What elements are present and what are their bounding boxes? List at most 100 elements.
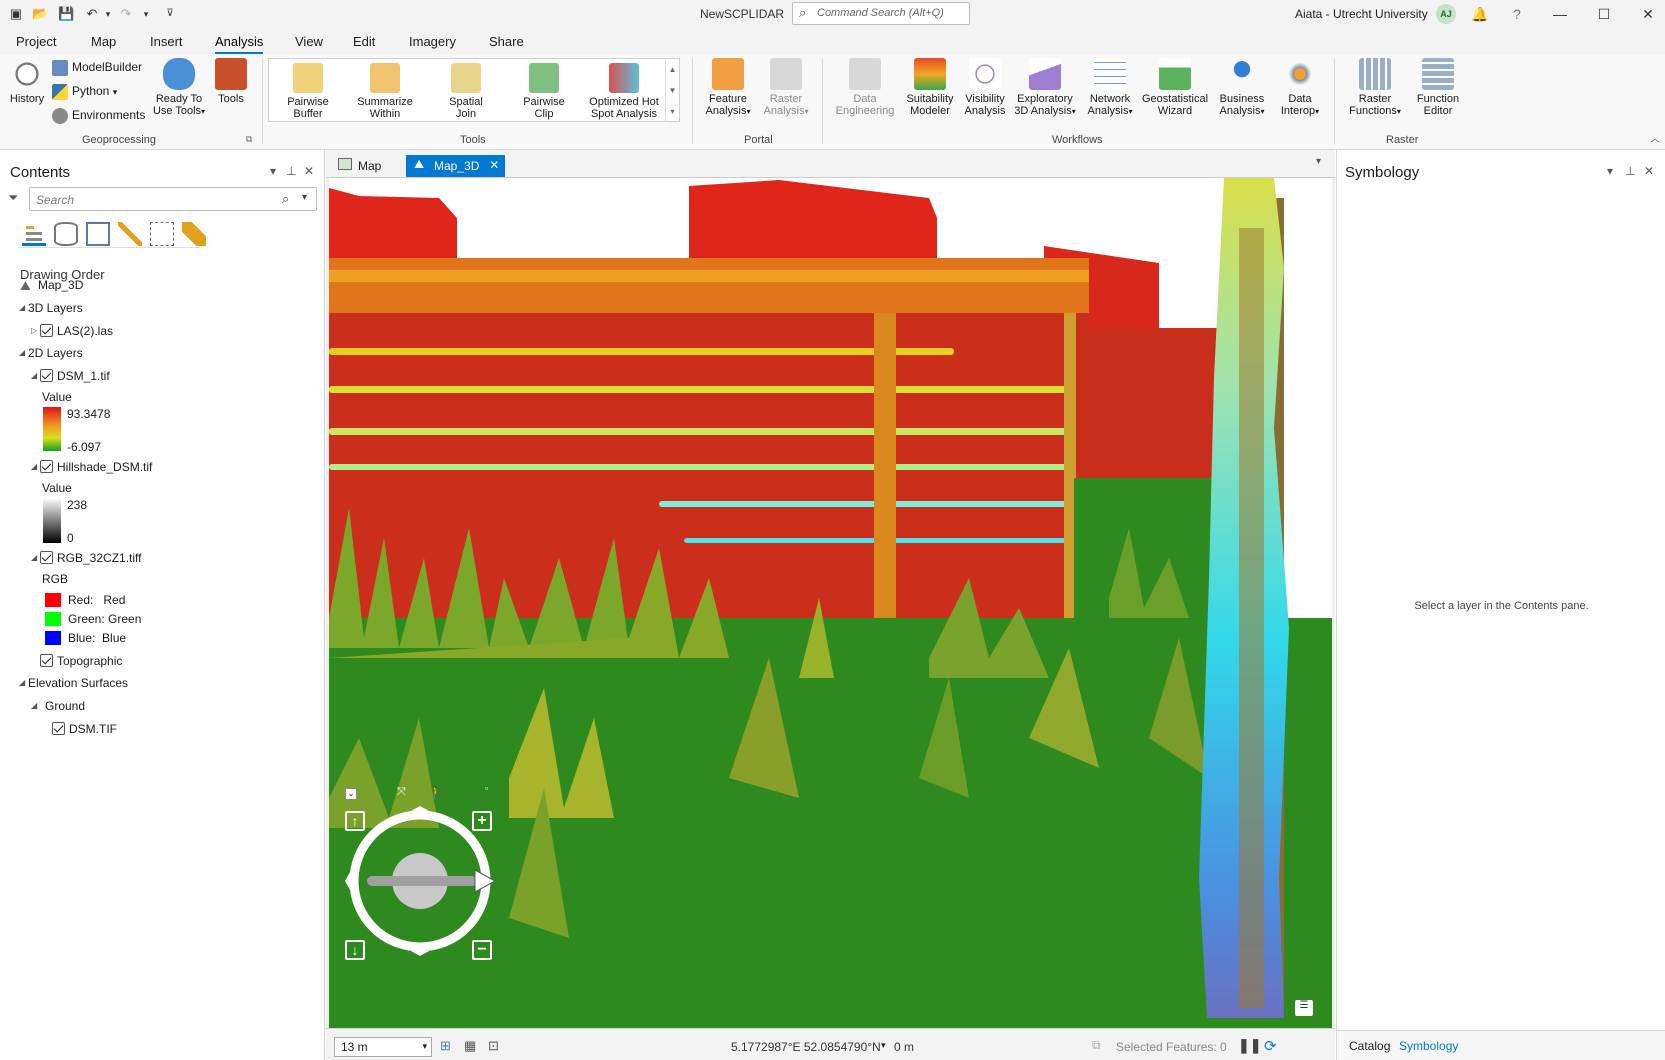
add-map-icon[interactable]: ⊞ — [440, 1038, 451, 1054]
pin-icon[interactable]: ⊥ — [286, 164, 296, 178]
tab-view[interactable]: View — [295, 34, 323, 49]
list-by-labeling-icon[interactable] — [182, 222, 206, 246]
close-pane-icon[interactable]: ✕ — [304, 164, 314, 178]
contents-search-input[interactable]: Search ⌕ ▾ — [29, 187, 317, 211]
tools-button[interactable]: Tools — [212, 58, 250, 105]
hillshade-visibility-checkbox[interactable] — [40, 460, 53, 473]
expand-dsm-icon[interactable]: ◢ — [31, 371, 37, 380]
dsm-visibility-checkbox[interactable] — [40, 369, 53, 382]
topographic-visibility-checkbox[interactable] — [40, 654, 53, 667]
tree-dsm[interactable]: DSM_1.tif — [57, 369, 110, 383]
history-button[interactable]: History — [6, 58, 48, 105]
undo-icon[interactable]: ↶ — [84, 6, 100, 22]
list-by-drawing-order-icon[interactable] — [22, 222, 46, 246]
visibility-analysis-button[interactable]: Visibility Analysis — [960, 58, 1010, 117]
ready-to-use-tools-button[interactable]: Ready To Use Tools▾ — [148, 58, 210, 118]
tree-rgb[interactable]: RGB_32CZ1.tiff — [57, 551, 141, 565]
3d-scene-view[interactable]: ⌄ ⤧ 🚶 ▫ ↑ + ↓ − ☰ — [329, 178, 1332, 1028]
optimized-hot-spot-button[interactable]: Optimized Hot Spot Analysis — [583, 63, 665, 120]
las-visibility-checkbox[interactable] — [40, 324, 53, 337]
gallery-scroll-up-icon[interactable]: ▲ — [665, 59, 679, 80]
scale-input[interactable]: 13 m ▾ — [334, 1037, 432, 1057]
tree-hillshade[interactable]: Hillshade_DSM.tif — [57, 460, 152, 474]
expand-rgb-icon[interactable]: ◢ — [31, 553, 37, 562]
raster-functions-button[interactable]: Raster Functions▾ — [1342, 58, 1408, 118]
tree-elevation-surfaces[interactable]: Elevation Surfaces — [28, 676, 128, 690]
coords-dropdown-icon[interactable]: ▾ — [881, 1040, 886, 1051]
close-tab-icon[interactable]: ✕ — [489, 158, 499, 172]
tab-map[interactable]: Map — [91, 34, 116, 49]
tab-insert[interactable]: Insert — [150, 34, 183, 49]
list-by-source-icon[interactable] — [54, 222, 78, 246]
symbology-menu-icon[interactable]: ▾ — [1607, 164, 1613, 178]
maximize-icon[interactable]: ☐ — [1592, 4, 1616, 24]
tree-map-3d[interactable]: Map_3D — [38, 278, 83, 292]
raster-analysis-button[interactable]: Raster Analysis▾ — [758, 58, 814, 118]
redo-dropdown-icon[interactable]: ▾ — [138, 6, 154, 22]
notification-bell-icon[interactable]: 🔔 — [1468, 4, 1492, 24]
tab-share[interactable]: Share — [489, 34, 524, 49]
list-by-editing-icon[interactable] — [118, 222, 142, 246]
dsm-tif-visibility-checkbox[interactable] — [52, 722, 65, 735]
function-editor-button[interactable]: Function Editor — [1410, 58, 1466, 117]
pairwise-clip-button[interactable]: Pairwise Clip — [509, 63, 579, 120]
tab-project[interactable]: Project — [16, 34, 56, 49]
undo-dropdown-icon[interactable]: ▾ — [100, 6, 116, 22]
expand-elevation-surfaces-icon[interactable]: ◢ — [19, 678, 25, 687]
open-icon[interactable]: 📂 — [32, 6, 48, 22]
geostatistical-wizard-button[interactable]: Geostatistical Wizard — [1140, 58, 1210, 117]
pause-drawing-icon[interactable]: ❚❚ — [1238, 1037, 1261, 1054]
filter-icon[interactable]: ⏷ — [8, 190, 18, 206]
notification-message-icon[interactable]: ☰ — [1295, 1000, 1313, 1016]
avatar[interactable]: AJ — [1436, 4, 1456, 24]
search-options-icon[interactable]: ▾ — [302, 192, 307, 203]
tab-map-3d-view[interactable]: ⛰ Map_3D ✕ — [406, 155, 506, 177]
tab-map-view[interactable]: Map — [330, 155, 389, 177]
refresh-icon[interactable]: ⟳ — [1264, 1037, 1277, 1055]
minimize-icon[interactable]: — — [1548, 4, 1572, 24]
tab-list-dropdown-icon[interactable]: ▾ — [1316, 156, 1321, 167]
tab-edit[interactable]: Edit — [353, 34, 375, 49]
save-icon[interactable]: 💾 — [58, 6, 74, 22]
gallery-scroll-down-icon[interactable]: ▼ — [665, 80, 679, 101]
expand-2d-layers-icon[interactable]: ◢ — [19, 348, 25, 357]
python-button[interactable]: Python ▾ — [52, 84, 117, 100]
tree-2d-layers[interactable]: 2D Layers — [28, 346, 83, 360]
data-interop-button[interactable]: Data Interop▾ — [1272, 58, 1328, 118]
summarize-within-button[interactable]: Summarize Within — [345, 63, 425, 120]
navigator-collapse-icon[interactable]: ⌄ — [345, 788, 357, 800]
tree-ground[interactable]: Ground — [45, 699, 85, 713]
tab-symbology[interactable]: Symbology — [1399, 1039, 1458, 1053]
expand-hillshade-icon[interactable]: ◢ — [31, 462, 37, 471]
selected-features-count[interactable]: Selected Features: 0 — [1116, 1040, 1227, 1054]
tree-las[interactable]: LAS(2).las — [57, 324, 113, 338]
user-name[interactable]: Aiata - Utrecht University — [1295, 7, 1428, 21]
expand-3d-layers-icon[interactable]: ◢ — [19, 303, 25, 312]
pairwise-buffer-button[interactable]: Pairwise Buffer — [273, 63, 343, 120]
expand-las-icon[interactable]: ▷ — [31, 326, 37, 335]
suitability-modeler-button[interactable]: Suitability Modeler — [900, 58, 960, 117]
close-icon[interactable]: ✕ — [1636, 4, 1660, 24]
collapse-ribbon-icon[interactable]: ︿ — [1650, 130, 1660, 145]
spatial-join-button[interactable]: Spatial Join — [431, 63, 501, 120]
network-analysis-button[interactable]: Network Analysis▾ — [1082, 58, 1138, 118]
data-engineering-button[interactable]: Data Engineering — [832, 58, 898, 117]
tab-catalog[interactable]: Catalog — [1349, 1039, 1390, 1053]
help-button[interactable]: ? — [1505, 4, 1529, 24]
tree-dsm-tif[interactable]: DSM.TIF — [69, 722, 117, 736]
command-search-input[interactable]: ⌕ Command Search (Alt+Q) — [792, 2, 970, 25]
customize-toolbar-icon[interactable]: ⊽ — [162, 6, 178, 22]
tab-analysis[interactable]: Analysis — [215, 34, 264, 55]
pane-menu-icon[interactable]: ▾ — [270, 164, 276, 178]
navigator-compass[interactable] — [345, 806, 497, 956]
first-person-icon[interactable]: 🚶 — [429, 786, 443, 799]
expand-ground-icon[interactable]: ◢ — [31, 701, 37, 710]
gallery-expand-icon[interactable]: ▾ — [665, 101, 679, 122]
symbology-close-icon[interactable]: ✕ — [1644, 164, 1654, 178]
business-analysis-button[interactable]: Business Analysis▾ — [1214, 58, 1270, 118]
modelbuilder-button[interactable]: ModelBuilder — [52, 60, 142, 76]
full-extent-icon[interactable]: ⤧ — [397, 786, 406, 799]
exploratory-3d-analysis-button[interactable]: Exploratory 3D Analysis▾ — [1010, 58, 1080, 118]
measure-icon[interactable]: ⊡ — [488, 1038, 499, 1054]
list-by-snapping-icon[interactable] — [150, 222, 174, 246]
